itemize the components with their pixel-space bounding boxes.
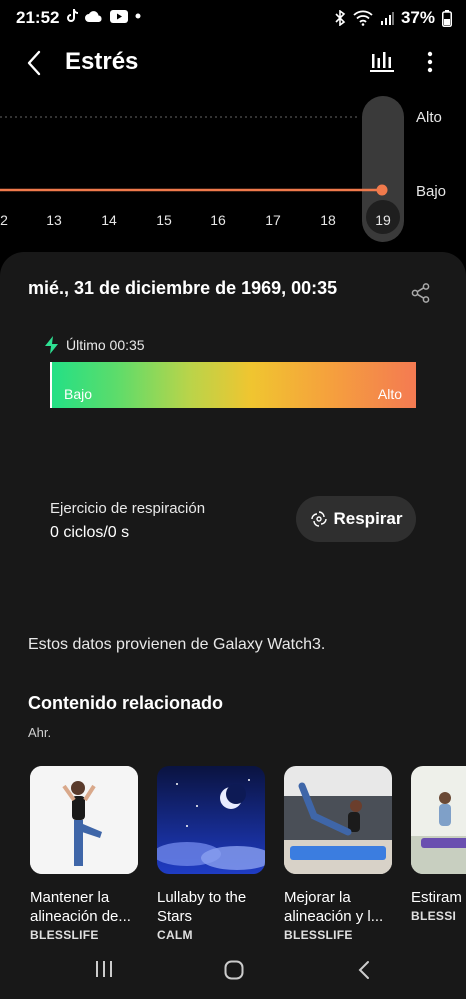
yoga-standing-image	[30, 766, 138, 874]
x-tick: 2	[0, 212, 8, 228]
related-item-brand: BLESSLIFE	[284, 928, 353, 942]
related-thumbnail	[157, 766, 265, 874]
x-tick: 17	[265, 212, 281, 228]
related-content-title: Contenido relacionado	[28, 693, 224, 713]
related-item-brand: BLESSI	[411, 909, 457, 923]
breathing-value: 0 ciclos/0 s	[50, 524, 130, 541]
related-thumbnail	[284, 766, 392, 874]
gauge-low-label: Bajo	[64, 386, 93, 402]
x-tick: 18	[320, 212, 336, 228]
x-tick: 13	[46, 212, 62, 228]
related-content-carousel[interactable]: Mantener la alineación de... BLESSLIFE L…	[30, 766, 466, 946]
night-sky-moon-image	[157, 766, 265, 874]
breathing-title: Ejercicio de respiración	[50, 500, 206, 517]
breathe-icon	[310, 511, 327, 527]
data-source-note: Estos datos provienen de Galaxy Watch3.	[28, 636, 326, 653]
system-nav-bar	[0, 946, 466, 999]
x-tick: 14	[101, 212, 117, 228]
breathe-button[interactable]: Respirar	[296, 496, 416, 542]
x-tick: 16	[210, 212, 226, 228]
lightning-icon	[45, 336, 58, 354]
related-item[interactable]: Mantener la alineación de... BLESSLIFE	[30, 766, 138, 942]
home-icon[interactable]	[224, 960, 244, 980]
recent-apps-icon[interactable]	[94, 960, 114, 978]
yoga-floor-image	[284, 766, 392, 874]
nav-back-icon[interactable]	[356, 960, 372, 980]
related-thumbnail	[411, 766, 466, 874]
share-icon[interactable]	[410, 282, 432, 304]
related-item-brand: CALM	[157, 928, 193, 942]
y-label-low: Bajo	[416, 183, 447, 200]
related-item-brand: BLESSLIFE	[30, 928, 99, 942]
latest-reading: Último 00:35	[44, 336, 145, 354]
related-item-title: Estiram de todo	[411, 889, 466, 906]
related-item-title: Mejorar la alineación y l...	[284, 889, 384, 925]
stretching-image	[411, 766, 466, 874]
stress-point[interactable]	[376, 184, 388, 196]
x-tick: 15	[156, 212, 172, 228]
related-item[interactable]: Estiram de todo BLESSI	[411, 766, 466, 923]
related-thumbnail	[30, 766, 138, 874]
related-item[interactable]: Mejorar la alineación y l... BLESSLIFE	[284, 766, 392, 942]
current-level-marker	[50, 362, 52, 408]
measurement-date: mié., 31 de diciembre de 1969, 00:35	[28, 278, 338, 298]
latest-label: Último 00:35	[66, 337, 145, 353]
related-item-title: Lullaby to the Stars	[157, 889, 247, 925]
related-item[interactable]: Lullaby to the Stars CALM	[157, 766, 265, 942]
related-content-subtitle: Ahr.	[28, 725, 52, 740]
stress-level-gauge: Bajo Alto	[50, 362, 416, 408]
x-tick-selected[interactable]: 19	[368, 212, 398, 228]
breathe-button-label: Respirar	[333, 509, 403, 528]
related-item-title: Mantener la alineación de...	[30, 889, 131, 925]
y-label-high: Alto	[416, 109, 442, 126]
gauge-high-label: Alto	[377, 386, 402, 402]
